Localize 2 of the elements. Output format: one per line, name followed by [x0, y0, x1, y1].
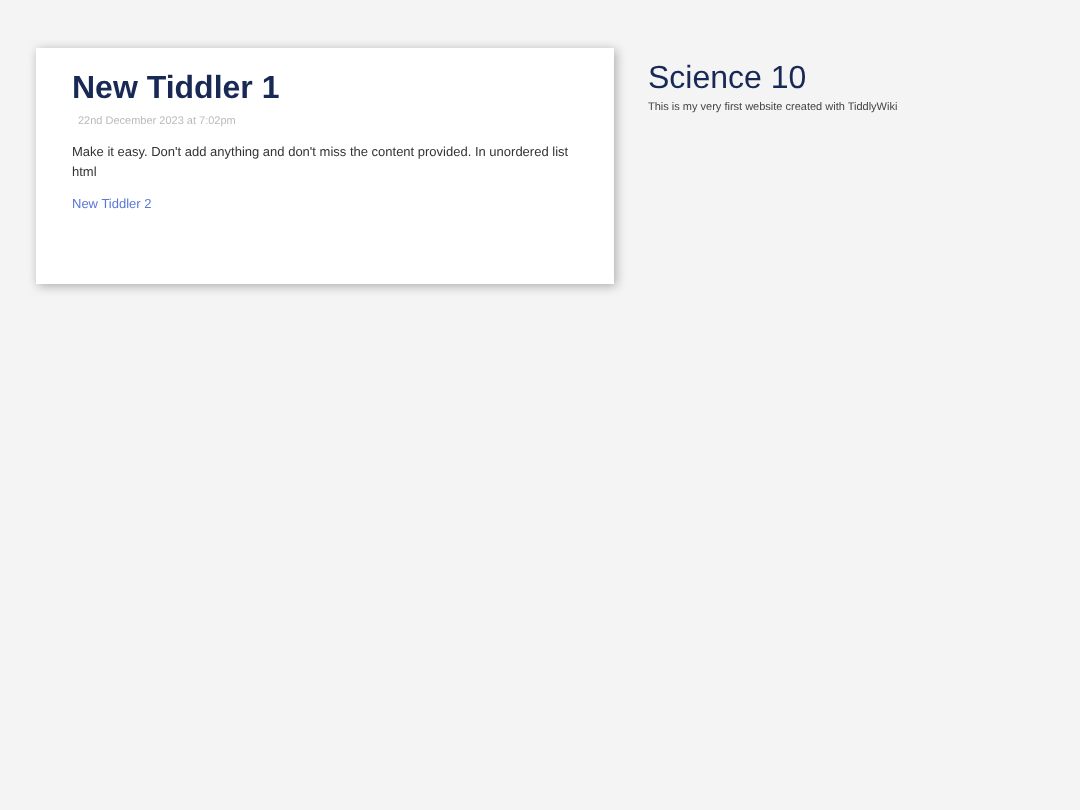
tiddler-title: New Tiddler 1: [72, 72, 282, 108]
site-title: Science 10: [648, 62, 809, 98]
